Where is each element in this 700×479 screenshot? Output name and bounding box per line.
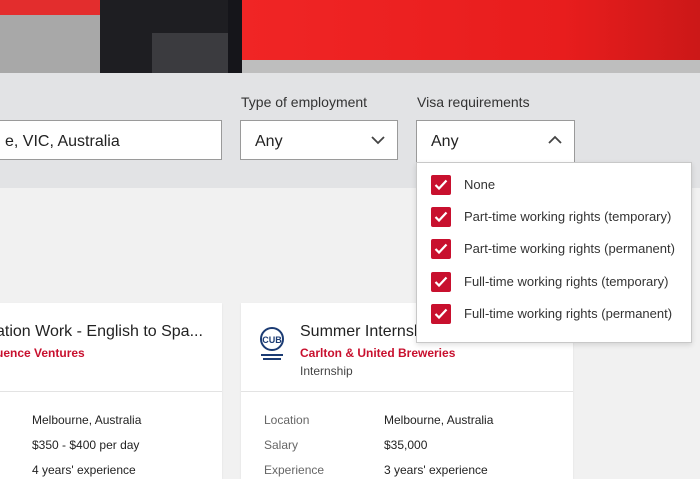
company-name[interactable]: uence Ventures [0,346,85,360]
employment-type-value: Any [255,133,283,150]
location-input[interactable]: e, VIC, Australia [0,120,222,160]
visa-requirements-label: Visa requirements [417,94,530,110]
visa-requirements-dropdown: None Part-time working rights (temporary… [416,162,692,343]
checkmark-icon [434,276,448,288]
chevron-up-icon [548,135,562,144]
salary-label: Salary [264,438,299,452]
card-divider [0,391,222,392]
checkbox[interactable] [431,272,451,292]
location-value: Melbourne, Australia [32,413,142,427]
checkbox[interactable] [431,239,451,259]
salary-value: $350 - $400 per day [32,438,140,452]
employment-type-select[interactable]: Any [240,120,398,160]
company-logo: CUB [260,327,284,360]
salary-value: $35,000 [384,438,428,452]
location-input-value: e, VIC, Australia [5,133,120,150]
experience-value: 3 years' experience [384,463,488,477]
visa-option-label: Full-time working rights (temporary) [464,274,669,289]
company-logo-text: CUB [262,335,282,345]
checkbox[interactable] [431,175,451,195]
visa-requirements-select[interactable]: Any [416,120,575,163]
company-name[interactable]: Carlton & United Breweries [300,346,455,360]
card-divider [241,391,573,392]
visa-requirements-value: Any [431,133,459,150]
visa-option-label: Full-time working rights (permanent) [464,306,673,321]
checkbox[interactable] [431,207,451,227]
checkbox[interactable] [431,304,451,324]
employment-type-label: Type of employment [241,94,368,110]
job-title[interactable]: ation Work - English to Spa... [0,323,203,341]
experience-value: 4 years' experience [32,463,136,477]
visa-option-label: Part-time working rights (permanent) [464,241,675,256]
employment-type: Internship [300,364,353,378]
job-title[interactable]: Summer Internsh [300,323,423,341]
visa-option-label: None [464,177,496,192]
visa-option-label: Part-time working rights (temporary) [464,209,672,224]
checkmark-icon [434,211,448,223]
chevron-down-icon [371,136,385,145]
location-label: Location [264,413,310,427]
experience-label: Experience [264,463,325,477]
job-card[interactable]: ation Work - English to Spa... uence Ven… [0,303,222,479]
checkmark-icon [434,308,448,320]
location-value: Melbourne, Australia [384,413,494,427]
checkmark-icon [434,179,448,191]
hero-banner-image [0,0,700,73]
checkmark-icon [434,243,448,255]
